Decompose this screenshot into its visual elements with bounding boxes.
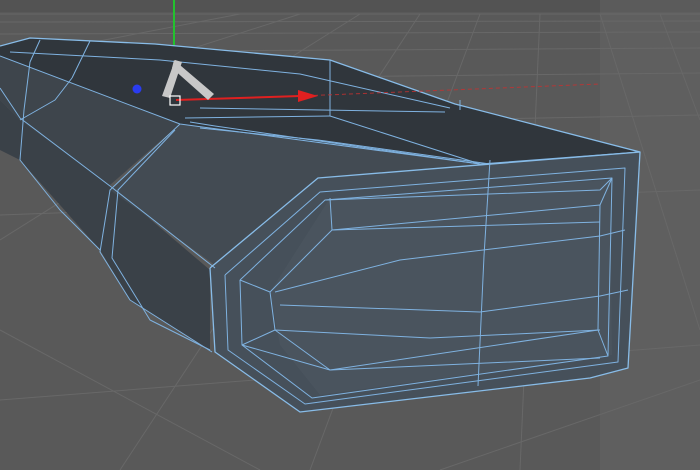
upper-sky <box>0 0 700 12</box>
3d-viewport[interactable] <box>0 0 700 470</box>
viewport-canvas[interactable] <box>0 0 700 470</box>
z-axis-handle[interactable] <box>132 84 142 94</box>
